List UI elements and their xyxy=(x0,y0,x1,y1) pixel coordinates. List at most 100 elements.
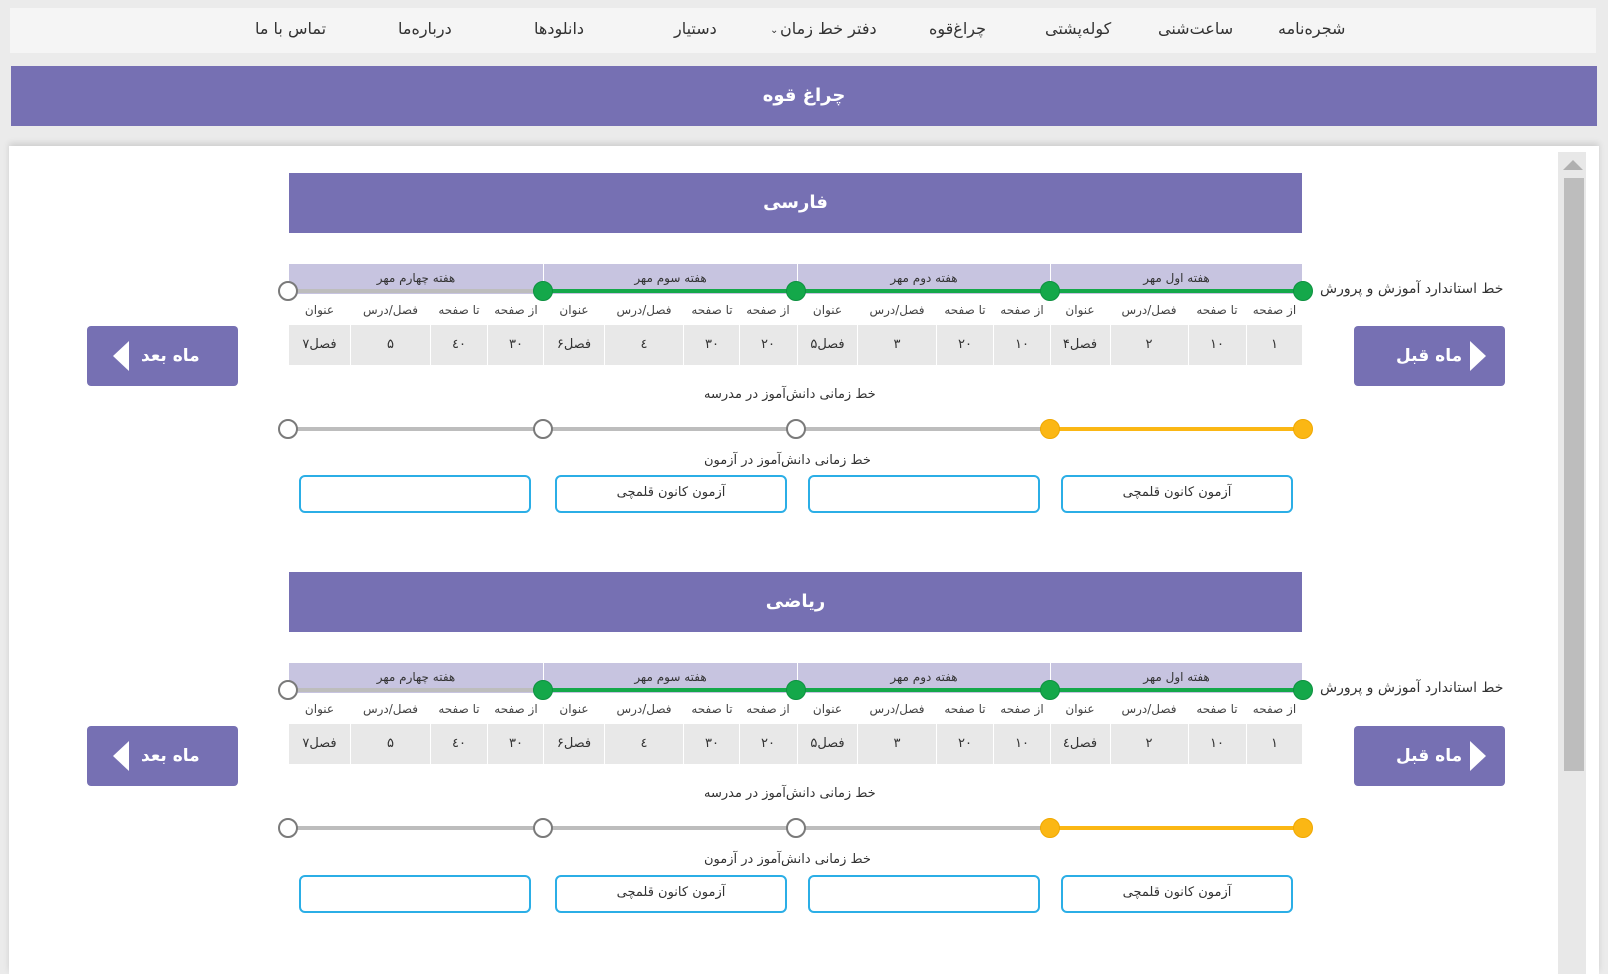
column-header-to-page: تا صفحه xyxy=(438,702,480,716)
school-milestone-dot[interactable] xyxy=(1040,419,1060,439)
school-milestone-dot[interactable] xyxy=(1293,419,1313,439)
subject-title: فارسی xyxy=(289,173,1302,233)
column-header-chapter: فصل/درس xyxy=(869,303,925,317)
cell-title: فصل۷ xyxy=(302,736,337,751)
standard-timeline-remaining xyxy=(289,688,544,692)
column-header-from-page: از صفحه xyxy=(1252,702,1297,716)
cell-to-page: ۲۰ xyxy=(958,337,972,352)
school-timeline-progress xyxy=(1051,826,1302,830)
column-header-title: عنوان xyxy=(559,702,589,716)
nav-item-family-tree[interactable]: شجره‌نامه xyxy=(1278,19,1345,38)
column-header-to-page: تا صفحه xyxy=(438,303,480,317)
column-header-from-page: از صفحه xyxy=(746,702,790,716)
next-month-label: ماه بعد xyxy=(141,746,200,766)
school-milestone-dot[interactable] xyxy=(1040,818,1060,838)
exam-box[interactable] xyxy=(299,475,531,513)
cell-to-page: ٤۰ xyxy=(452,736,466,751)
school-milestone-dot[interactable] xyxy=(533,419,553,439)
cell-to-page: ۱۰ xyxy=(1210,736,1224,751)
column-header-title: عنوان xyxy=(1065,303,1095,317)
exam-box[interactable]: آزمون کانون قلمچی xyxy=(555,475,787,513)
cell-from-page: ۱ xyxy=(1271,736,1278,751)
column-header-title: عنوان xyxy=(812,303,843,317)
column-header-chapter: فصل/درس xyxy=(1121,702,1177,716)
school-milestone-dot[interactable] xyxy=(1293,818,1313,838)
cell-title: فصل۵ xyxy=(810,337,845,352)
column-header-title: عنوان xyxy=(812,702,843,716)
column-header-title: عنوان xyxy=(304,702,335,716)
subject-title: ریاضی xyxy=(289,572,1302,632)
exam-box[interactable] xyxy=(808,475,1040,513)
nav-item-flashlight[interactable]: چراغ‌قوه xyxy=(929,19,986,38)
cell-from-page: ۱ xyxy=(1271,337,1278,352)
column-header-to-page: تا صفحه xyxy=(1196,303,1238,317)
cell-title: فصل۴ xyxy=(1062,337,1098,352)
column-header-chapter: فصل/درس xyxy=(362,702,419,716)
exam-line-label: خط زمانی دانش‌آموز در آزمون xyxy=(704,852,871,867)
exam-box[interactable] xyxy=(808,875,1040,913)
arrow-left-icon xyxy=(113,341,129,371)
cell-from-page: ۱۰ xyxy=(1015,736,1029,751)
cell-chapter: ۲ xyxy=(1145,337,1153,352)
cell-title: فصل۵ xyxy=(810,736,845,751)
prev-month-button[interactable]: ماه قبل xyxy=(1354,326,1505,386)
column-header-to-page: تا صفحه xyxy=(944,303,986,317)
cell-from-page: ۳۰ xyxy=(509,337,523,352)
next-month-label: ماه بعد xyxy=(141,346,200,366)
cell-from-page: ۲۰ xyxy=(761,736,775,751)
exam-line-label: خط زمانی دانش‌آموز در آزمون xyxy=(704,453,871,468)
exam-box[interactable]: آزمون کانون قلمچی xyxy=(555,875,787,913)
school-milestone-dot[interactable] xyxy=(786,818,806,838)
scroll-up-arrow-icon[interactable] xyxy=(1563,160,1583,170)
cell-chapter: ۲ xyxy=(1145,736,1153,751)
chevron-down-icon[interactable]: ⌄ xyxy=(770,25,778,36)
column-header-to-page: تا صفحه xyxy=(944,702,986,716)
exam-box[interactable]: آزمون کانون قلمچی xyxy=(1061,875,1293,913)
nav-item-about[interactable]: درباره‌ما xyxy=(398,19,452,38)
nav-item-downloads[interactable]: دانلودها xyxy=(534,19,584,38)
nav-item-assistant[interactable]: دستیار xyxy=(674,19,717,38)
standard-timeline-remaining xyxy=(289,289,544,293)
subject-section-farsi: فارسی هفته اول مهر هفته دوم مهر هفته سوم… xyxy=(0,173,1608,543)
cell-to-page: ٤۰ xyxy=(452,337,466,352)
cell-chapter: ۵ xyxy=(387,736,394,751)
column-header-from-page: از صفحه xyxy=(494,303,538,317)
standard-line-label: خط استاندارد آموزش و پرورش xyxy=(1320,281,1504,297)
next-month-button[interactable]: ماه بعد xyxy=(87,726,238,786)
cell-from-page: ۲۰ xyxy=(761,337,775,352)
column-header-to-page: تا صفحه xyxy=(691,303,733,317)
arrow-right-icon xyxy=(1470,741,1486,771)
nav-item-contact[interactable]: تماس با ما xyxy=(255,19,326,38)
next-month-button[interactable]: ماه بعد xyxy=(87,326,238,386)
nav-item-backpack[interactable]: کوله‌پشتی xyxy=(1045,19,1111,38)
column-header-chapter: فصل/درس xyxy=(362,303,419,317)
column-header-chapter: فصل/درس xyxy=(1121,303,1177,317)
cell-chapter: ۳ xyxy=(893,337,901,352)
school-milestone-dot[interactable] xyxy=(533,818,553,838)
cell-chapter: ۵ xyxy=(387,337,394,352)
cell-from-page: ۱۰ xyxy=(1015,337,1029,352)
prev-month-button[interactable]: ماه قبل xyxy=(1354,726,1505,786)
column-header-chapter: فصل/درس xyxy=(616,702,672,716)
cell-title: فصل۷ xyxy=(302,337,337,352)
column-header-title: عنوان xyxy=(1065,702,1095,716)
school-milestone-dot[interactable] xyxy=(786,419,806,439)
cell-chapter: ۳ xyxy=(893,736,901,751)
cell-title: فصل۶ xyxy=(556,337,592,352)
cell-to-page: ۳۰ xyxy=(705,337,719,352)
nav-item-hourglass[interactable]: ساعت‌شنی xyxy=(1158,19,1233,38)
column-header-from-page: از صفحه xyxy=(494,702,538,716)
standard-line-label: خط استاندارد آموزش و پرورش xyxy=(1320,680,1504,696)
column-header-to-page: تا صفحه xyxy=(691,702,733,716)
cell-to-page: ۲۰ xyxy=(958,736,972,751)
school-timeline-remaining xyxy=(289,427,1051,431)
exam-box[interactable]: آزمون کانون قلمچی xyxy=(1061,475,1293,513)
school-milestone-dot[interactable] xyxy=(278,818,298,838)
exam-box[interactable] xyxy=(299,875,531,913)
school-timeline-remaining xyxy=(289,826,1051,830)
arrow-right-icon xyxy=(1470,341,1486,371)
nav-item-timeline-notebook[interactable]: دفتر خط زمان xyxy=(780,19,877,38)
school-milestone-dot[interactable] xyxy=(278,419,298,439)
prev-month-label: ماه قبل xyxy=(1396,746,1463,766)
subject-section-math: ریاضی هفته اول مهر هفته دوم مهر هفته سوم… xyxy=(0,572,1608,942)
